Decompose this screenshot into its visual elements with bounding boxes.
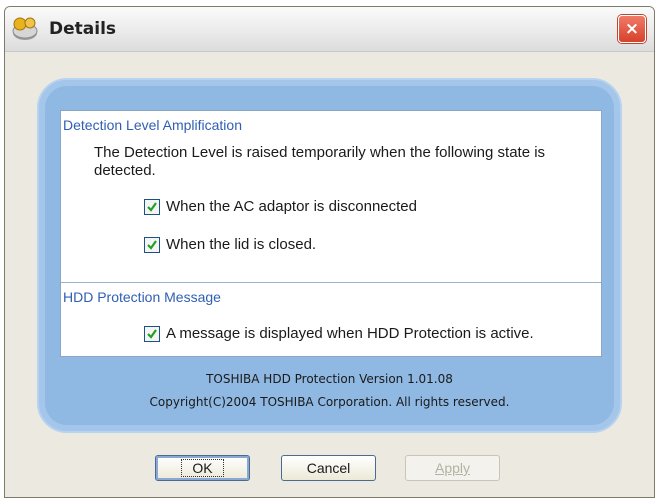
apply-button-label: Apply xyxy=(434,460,471,476)
checkmark-icon xyxy=(147,328,157,339)
hdd-protection-app-icon xyxy=(12,17,38,40)
dialog-client-area: Detection Level Amplification The Detect… xyxy=(5,52,654,497)
copyright-text: Copyright(C)2004 TOSHIBA Corporation. Al… xyxy=(149,395,510,409)
close-icon: × xyxy=(624,19,640,39)
ok-button-label: OK xyxy=(181,459,224,477)
section-divider xyxy=(61,282,601,283)
checkbox-hdd-protection-message[interactable]: A message is displayed when HDD Protecti… xyxy=(144,325,534,342)
cancel-button-label: Cancel xyxy=(306,460,351,476)
checkbox-label: When the AC adaptor is disconnected xyxy=(166,198,417,215)
checkbox-lid-closed[interactable]: When the lid is closed. xyxy=(144,236,316,253)
details-dialog: Details × Detection Level Amplification … xyxy=(4,6,655,498)
title-bar[interactable]: Details × xyxy=(5,7,654,52)
ok-button[interactable]: OK xyxy=(155,455,250,481)
settings-frame: Detection Level Amplification The Detect… xyxy=(37,78,622,433)
cancel-button[interactable]: Cancel xyxy=(281,455,376,481)
window-title: Details xyxy=(49,19,117,39)
checkmark-icon xyxy=(147,239,157,250)
close-button[interactable]: × xyxy=(618,15,646,43)
section-title-detection-level: Detection Level Amplification xyxy=(63,117,242,133)
checkbox-label: When the lid is closed. xyxy=(166,236,317,253)
checkbox-box[interactable] xyxy=(144,325,160,342)
checkbox-ac-adaptor-disconnected[interactable]: When the AC adaptor is disconnected xyxy=(144,198,417,215)
checkbox-box[interactable] xyxy=(144,236,160,253)
section-title-hdd-protection-message: HDD Protection Message xyxy=(63,289,221,305)
checkbox-label: A message is displayed when HDD Protecti… xyxy=(166,325,534,342)
version-text: TOSHIBA HDD Protection Version 1.01.08 xyxy=(206,372,453,386)
apply-button[interactable]: Apply xyxy=(405,455,500,481)
detection-level-description: The Detection Level is raised temporaril… xyxy=(94,144,546,179)
checkmark-icon xyxy=(147,201,157,212)
checkbox-box[interactable] xyxy=(144,198,160,215)
settings-panel: Detection Level Amplification The Detect… xyxy=(60,110,602,357)
